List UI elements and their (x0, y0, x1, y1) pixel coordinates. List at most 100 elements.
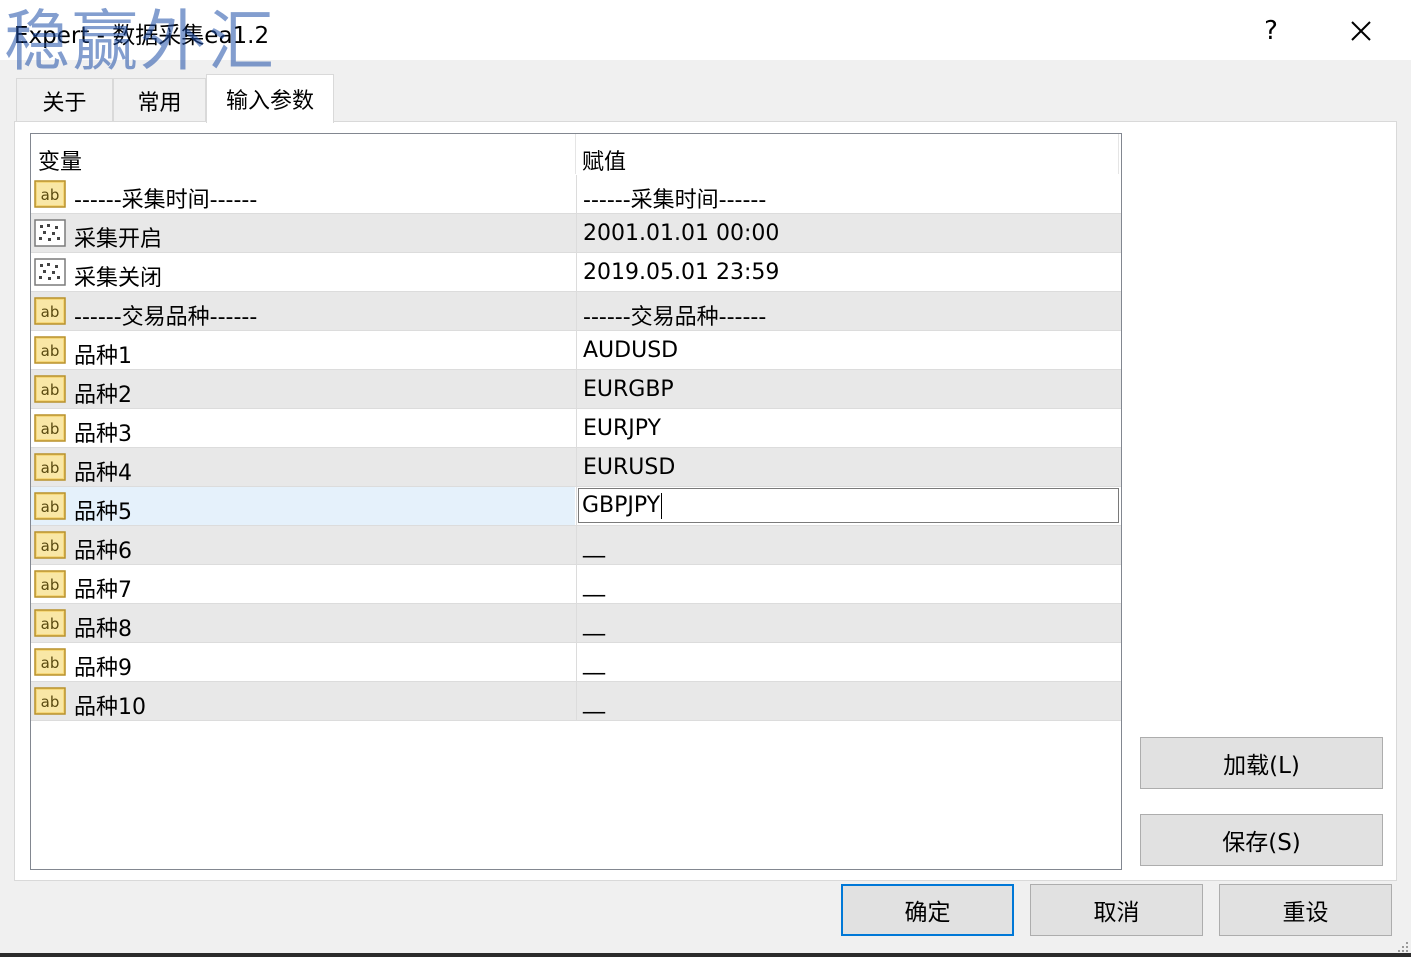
table-row[interactable]: ab 品种3 EURJPY (31, 409, 1121, 448)
datetime-param-icon (34, 258, 66, 286)
variable-cell[interactable]: ab 品种2 (31, 370, 575, 408)
value-text: 2001.01.01 00:00 (583, 221, 780, 246)
variable-name: 品种6 (74, 539, 132, 564)
value-cell[interactable]: EURGBP (576, 370, 1121, 408)
value-cell[interactable]: ------交易品种------ (576, 292, 1121, 330)
table-row[interactable]: ab 品种4 EURUSD (31, 448, 1121, 487)
value-text: __ (583, 572, 605, 597)
variable-cell[interactable]: ab 品种8 (31, 604, 575, 642)
datetime-param-icon (34, 219, 66, 247)
string-param-icon: ab (34, 687, 66, 715)
variable-cell[interactable]: ab 品种9 (31, 643, 575, 681)
table-row[interactable]: ab ------交易品种------ ------交易品种------ (31, 292, 1121, 331)
string-param-icon: ab (34, 336, 66, 364)
string-param-icon: ab (34, 297, 66, 325)
value-cell[interactable]: __ (576, 565, 1121, 603)
variable-name: 采集关闭 (74, 266, 163, 291)
value-cell[interactable]: __ (576, 604, 1121, 642)
variable-name: 品种5 (74, 500, 132, 525)
variable-name: ------交易品种------ (74, 305, 258, 330)
cancel-button[interactable]: 取消 (1030, 884, 1203, 936)
variable-name: 品种2 (74, 383, 132, 408)
value-cell[interactable]: GBPJPY (576, 487, 1121, 525)
svg-text:ab: ab (41, 342, 60, 360)
window-bottom-edge (0, 953, 1411, 957)
variable-cell[interactable]: ab ------交易品种------ (31, 292, 575, 330)
string-param-icon: ab (34, 570, 66, 598)
table-row[interactable]: ab 品种1 AUDUSD (31, 331, 1121, 370)
help-button[interactable]: ? (1248, 8, 1294, 54)
variable-cell[interactable]: ab 品种3 (31, 409, 575, 447)
column-separator[interactable] (1118, 134, 1119, 174)
value-cell[interactable]: __ (576, 682, 1121, 720)
variable-name: 品种3 (74, 422, 132, 447)
svg-text:ab: ab (41, 615, 60, 633)
svg-text:ab: ab (41, 537, 60, 555)
value-cell[interactable]: __ (576, 643, 1121, 681)
variable-name: 品种9 (74, 656, 132, 681)
table-row[interactable]: ab 品种7 __ (31, 565, 1121, 604)
svg-text:ab: ab (41, 459, 60, 477)
value-cell[interactable]: EURUSD (576, 448, 1121, 486)
table-row[interactable]: ab 品种9 __ (31, 643, 1121, 682)
value-text: __ (583, 650, 605, 675)
column-header-variable[interactable]: 变量 (38, 144, 82, 176)
variable-cell[interactable]: ab 品种6 (31, 526, 575, 564)
value-text: __ (583, 689, 605, 714)
value-text: ------交易品种------ (583, 305, 767, 330)
table-row[interactable]: 采集开启 2001.01.01 00:00 (31, 214, 1121, 253)
tab-inputs[interactable]: 输入参数 (206, 74, 334, 123)
close-icon (1351, 21, 1371, 41)
string-param-icon: ab (34, 531, 66, 559)
variable-cell[interactable]: 采集开启 (31, 214, 575, 252)
value-text: ------采集时间------ (583, 188, 767, 213)
variable-name: 品种10 (74, 695, 146, 720)
save-button[interactable]: 保存(S) (1140, 814, 1383, 866)
window-title: Expert - 数据采集ea1.2 (14, 23, 270, 49)
table-row[interactable]: ab ------采集时间------ ------采集时间------ (31, 175, 1121, 214)
variable-name: 品种7 (74, 578, 132, 603)
svg-text:ab: ab (41, 303, 60, 321)
value-cell[interactable]: 2001.01.01 00:00 (576, 214, 1121, 252)
string-param-icon: ab (34, 492, 66, 520)
resize-grip-icon[interactable] (1396, 940, 1410, 954)
variable-name: 品种8 (74, 617, 132, 642)
value-text: EURJPY (583, 416, 661, 441)
variable-cell[interactable]: ab 品种1 (31, 331, 575, 369)
value-cell[interactable]: AUDUSD (576, 331, 1121, 369)
table-row[interactable]: ab 品种8 __ (31, 604, 1121, 643)
table-row[interactable]: ab 品种5 GBPJPY (31, 487, 1121, 526)
value-cell[interactable]: ------采集时间------ (576, 175, 1121, 213)
value-text: EURGBP (583, 377, 674, 402)
svg-text:ab: ab (41, 576, 60, 594)
variable-cell[interactable]: 采集关闭 (31, 253, 575, 291)
parameters-grid[interactable]: 变量 赋值 ab ------采集时间------ ------采集时间------… (30, 133, 1122, 870)
svg-text:ab: ab (41, 498, 60, 516)
svg-text:ab: ab (41, 420, 60, 438)
variable-name: 品种4 (74, 461, 132, 486)
string-param-icon: ab (34, 375, 66, 403)
value-cell[interactable]: 2019.05.01 23:59 (576, 253, 1121, 291)
string-param-icon: ab (34, 180, 66, 208)
table-row[interactable]: ab 品种2 EURGBP (31, 370, 1121, 409)
value-text: GBPJPY (582, 493, 661, 518)
close-button[interactable] (1338, 8, 1384, 54)
load-button[interactable]: 加载(L) (1140, 737, 1383, 789)
variable-cell[interactable]: ab 品种10 (31, 682, 575, 720)
ok-button[interactable]: 确定 (841, 884, 1014, 936)
column-separator[interactable] (575, 134, 576, 174)
table-row[interactable]: ab 品种6 __ (31, 526, 1121, 565)
tab-about[interactable]: 关于 (16, 78, 113, 122)
table-row[interactable]: 采集关闭 2019.05.01 23:59 (31, 253, 1121, 292)
variable-cell[interactable]: ab 品种7 (31, 565, 575, 603)
variable-cell[interactable]: ab 品种5 (31, 487, 575, 525)
value-cell[interactable]: __ (576, 526, 1121, 564)
table-row[interactable]: ab 品种10 __ (31, 682, 1121, 721)
column-header-value[interactable]: 赋值 (582, 144, 626, 176)
value-edit-input[interactable]: GBPJPY (578, 488, 1119, 523)
value-cell[interactable]: EURJPY (576, 409, 1121, 447)
variable-cell[interactable]: ab 品种4 (31, 448, 575, 486)
tab-common[interactable]: 常用 (113, 78, 206, 122)
reset-button[interactable]: 重设 (1219, 884, 1392, 936)
variable-cell[interactable]: ab ------采集时间------ (31, 175, 575, 213)
